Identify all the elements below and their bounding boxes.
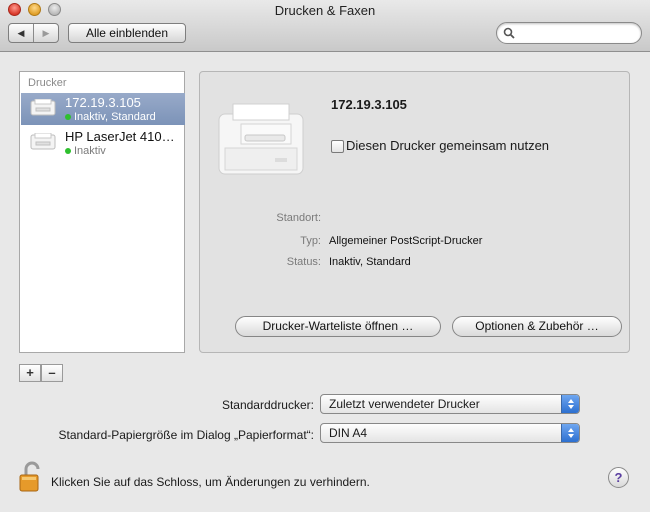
options-supplies-button[interactable]: Optionen & Zubehör … [452, 316, 622, 337]
printer-detail-pane: 172.19.3.105 Diesen Drucker gemeinsam nu… [199, 71, 630, 353]
help-button[interactable]: ? [608, 467, 629, 488]
type-value: Allgemeiner PostScript-Drucker [329, 235, 483, 247]
lock-hint-text: Klicken Sie auf das Schloss, um Änderung… [51, 475, 370, 489]
forward-button[interactable]: ▶ [34, 24, 58, 42]
printer-icon [218, 103, 304, 175]
search-field[interactable] [496, 22, 642, 44]
paper-size-value: DIN A4 [329, 426, 368, 440]
popup-arrows-icon [561, 424, 579, 442]
lock-icon[interactable] [18, 461, 44, 493]
status-value: Inaktiv, Standard [329, 256, 411, 268]
printer-name: 172.19.3.105 [65, 95, 141, 110]
popup-arrows-icon [561, 395, 579, 413]
show-all-button[interactable]: Alle einblenden [68, 23, 186, 43]
default-printer-popup[interactable]: Zuletzt verwendeter Drucker [320, 394, 580, 414]
printer-list-item[interactable]: HP LaserJet 410… Inaktiv [21, 127, 185, 159]
type-label: Typ: [300, 235, 321, 247]
add-printer-button[interactable]: + [19, 364, 41, 382]
default-printer-value: Zuletzt verwendeter Drucker [329, 397, 480, 411]
paper-size-label: Standard-Papiergröße im Dialog „Papierfo… [58, 428, 314, 442]
printer-title: 172.19.3.105 [331, 97, 407, 112]
open-print-queue-button[interactable]: Drucker-Warteliste öffnen … [235, 316, 441, 337]
remove-printer-button[interactable]: – [41, 364, 63, 382]
share-printer-label[interactable]: Diesen Drucker gemeinsam nutzen [346, 138, 549, 153]
printer-list-item[interactable]: 172.19.3.105 Inaktiv, Standard [21, 93, 185, 125]
status-dot [65, 114, 71, 120]
printer-status: Inaktiv [74, 145, 106, 157]
printer-list: Drucker 172.19.3.105 Inaktiv, Standard H… [19, 71, 185, 353]
back-forward-control: ◀ ▶ [8, 23, 59, 43]
printer-status: Inaktiv, Standard [74, 111, 156, 123]
printer-list-header: Drucker [28, 77, 67, 89]
status-label: Status: [286, 256, 321, 268]
printer-icon [30, 133, 56, 150]
printer-icon [30, 99, 56, 116]
back-button[interactable]: ◀ [9, 24, 34, 42]
printer-name: HP LaserJet 410… [65, 129, 175, 144]
location-label: Standort: [276, 212, 321, 224]
paper-size-popup[interactable]: DIN A4 [320, 423, 580, 443]
status-dot [65, 148, 71, 154]
window-title: Drucken & Faxen [274, 3, 376, 18]
search-icon [503, 27, 515, 39]
window-titlebar: Drucken & Faxen ◀ ▶ Alle einblenden [0, 0, 650, 52]
share-printer-checkbox[interactable] [331, 140, 344, 153]
default-printer-label: Standarddrucker: [221, 398, 314, 412]
